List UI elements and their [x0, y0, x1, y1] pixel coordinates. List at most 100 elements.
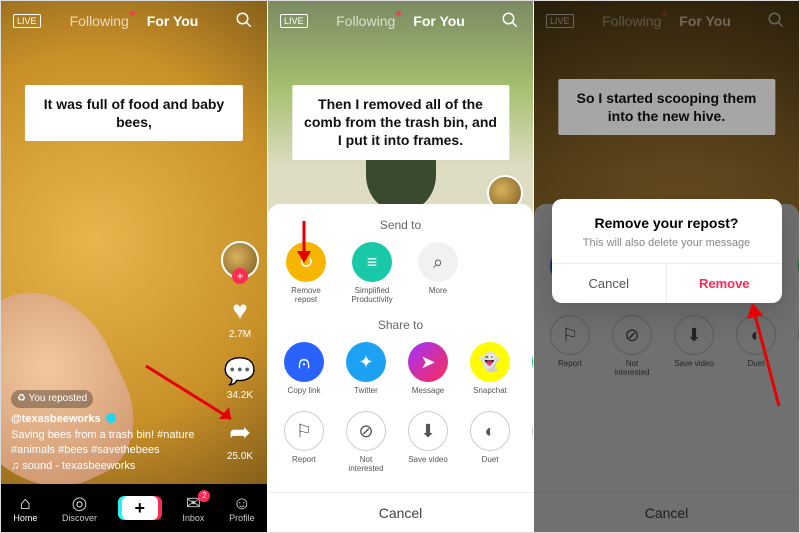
share-count: 25.0K: [227, 451, 253, 462]
tab-following[interactable]: Following: [70, 13, 129, 29]
nav-home[interactable]: ⌂ Home: [13, 494, 37, 523]
more-option[interactable]: ⌕ More: [416, 242, 460, 304]
panel-confirm-remove: LIVE Following For You So I started scoo…: [533, 1, 799, 532]
stitch-icon: ▭: [532, 411, 533, 451]
snapchat-option[interactable]: 👻 Snapchat: [470, 342, 510, 395]
nav-home-label: Home: [13, 513, 37, 523]
sms-option[interactable]: ✉SMS: [532, 342, 533, 395]
profile-icon: ☺: [233, 494, 251, 512]
video-meta: ♻ You reposted @texasbeeworks Saving bee…: [11, 390, 197, 474]
tab-following[interactable]: Following: [336, 13, 395, 29]
simplified-productivity-option[interactable]: ≡Simplified Productivity: [350, 242, 394, 304]
tab-for-you[interactable]: For You: [147, 13, 199, 29]
notification-dot: [396, 11, 401, 16]
twitter-label: Twitter: [354, 386, 378, 395]
more-label: More: [429, 286, 447, 295]
duet-label: Duet: [482, 455, 499, 464]
live-badge[interactable]: LIVE: [13, 14, 41, 28]
tab-following-label: Following: [70, 13, 129, 29]
author-avatar[interactable]: +: [221, 241, 259, 279]
avatar-icon: +: [221, 241, 259, 279]
report-option[interactable]: ⚐ Report: [284, 411, 324, 473]
top-bar: LIVE Following For You: [1, 13, 267, 29]
message-icon: ➤: [408, 342, 448, 382]
copy-link-label: Copy link: [288, 386, 321, 395]
nav-profile[interactable]: ☺ Profile: [229, 494, 255, 523]
snapchat-label: Snapchat: [473, 386, 507, 395]
remove-repost-icon: ↻: [286, 242, 326, 282]
nav-discover[interactable]: ◎ Discover: [62, 494, 97, 523]
panel-feed: LIVE Following For You It was full of fo…: [1, 1, 267, 532]
reposted-badge: ♻ You reposted: [11, 390, 93, 408]
snapchat-icon: 👻: [470, 342, 510, 382]
compass-icon: ◎: [72, 494, 88, 512]
notification-dot: [130, 11, 135, 16]
heart-icon: ♥: [223, 293, 257, 327]
twitter-option[interactable]: ✦ Twitter: [346, 342, 386, 395]
dialog-title: Remove your repost?: [552, 199, 782, 237]
sound-label[interactable]: ♫ sound - texasbeeworks: [11, 460, 135, 472]
not-interested-option[interactable]: ⊘ Not interested: [346, 411, 386, 473]
video-caption-overlay: Then I removed all of the comb from the …: [292, 85, 509, 160]
save-video-option[interactable]: ⬇ Save video: [408, 411, 448, 473]
share-sheet: Send to ↻ Remove repost ≡Simplified Produc…: [268, 204, 533, 532]
duet-icon: ◐: [470, 411, 510, 451]
not-interested-label: Not interested: [346, 455, 386, 473]
tab-following-label: Following: [336, 13, 395, 29]
message-option[interactable]: ➤Message: [408, 342, 448, 395]
share-arrow-icon: ➦: [223, 415, 257, 449]
follow-plus-icon[interactable]: +: [232, 268, 248, 284]
home-icon: ⌂: [20, 494, 31, 512]
save-video-icon: ⬇: [408, 411, 448, 451]
search-icon[interactable]: [501, 11, 519, 32]
remove-repost-label: Remove repost: [284, 286, 328, 304]
nav-create[interactable]: +: [122, 496, 158, 520]
sms-icon: ✉: [532, 342, 533, 382]
tab-for-you[interactable]: For You: [413, 13, 465, 29]
remove-repost-dialog: Remove your repost? This will also delet…: [552, 199, 782, 303]
like-count: 2.7M: [229, 329, 251, 340]
panel-share-sheet: LIVE Following For You Then I removed al…: [267, 1, 533, 532]
verified-icon: [106, 413, 116, 423]
dialog-remove-button[interactable]: Remove: [666, 264, 782, 303]
share-button[interactable]: ➦ 25.0K: [223, 415, 257, 462]
more-icon: ⌕: [418, 242, 458, 282]
report-icon: ⚐: [284, 411, 324, 451]
share-to-row: ⩀ Copy link ✦ Twitter ➤Message 👻 Snapchat ✉SMS: [268, 342, 533, 395]
twitter-icon: ✦: [346, 342, 386, 382]
video-caption-overlay: It was full of food and baby bees,: [25, 85, 243, 141]
duet-option[interactable]: ◐ Duet: [470, 411, 510, 473]
video-description: Saving bees from a trash bin! #nature #a…: [11, 429, 194, 456]
action-row: ⚐ Report ⊘ Not interested ⬇ Save video ◐ Duet ▭S…: [268, 411, 533, 473]
comment-count: 34.2K: [227, 390, 253, 401]
dialog-buttons: Cancel Remove: [552, 263, 782, 303]
author-username[interactable]: @texasbeeworks: [11, 413, 101, 425]
dialog-message: This will also delete your message: [552, 237, 782, 263]
live-badge[interactable]: LIVE: [280, 14, 308, 28]
send-to-header: Send to: [268, 218, 533, 232]
share-to-header: Share to: [268, 318, 533, 332]
like-button[interactable]: ♥ 2.7M: [223, 293, 257, 340]
search-icon[interactable]: [235, 11, 253, 32]
not-interested-icon: ⊘: [346, 411, 386, 451]
bottom-nav: ⌂ Home ◎ Discover + ✉ 2 Inbox ☺ Profile: [1, 484, 267, 532]
send-to-row: ↻ Remove repost ≡Simplified Productivity ⌕ M…: [268, 242, 533, 304]
simplified-productivity-label: Simplified Productivity: [350, 286, 394, 304]
comment-button[interactable]: 💬 34.2K: [223, 354, 257, 401]
comment-icon: 💬: [223, 354, 257, 388]
dialog-cancel-button[interactable]: Cancel: [552, 264, 667, 303]
top-bar: LIVE Following For You: [268, 13, 533, 29]
remove-repost-option[interactable]: ↻ Remove repost: [284, 242, 328, 304]
stitch-option[interactable]: ▭Stitch: [532, 411, 533, 473]
copy-link-icon: ⩀: [284, 342, 324, 382]
nav-profile-label: Profile: [229, 513, 255, 523]
copy-link-option[interactable]: ⩀ Copy link: [284, 342, 324, 395]
nav-inbox-label: Inbox: [182, 513, 204, 523]
nav-inbox[interactable]: ✉ 2 Inbox: [182, 494, 204, 523]
inbox-badge: 2: [198, 490, 210, 502]
nav-discover-label: Discover: [62, 513, 97, 523]
right-action-rail: + ♥ 2.7M 💬 34.2K ➦ 25.0K: [221, 241, 259, 462]
sheet-cancel-button[interactable]: Cancel: [268, 492, 533, 532]
save-video-label: Save video: [408, 455, 448, 464]
report-label: Report: [292, 455, 316, 464]
